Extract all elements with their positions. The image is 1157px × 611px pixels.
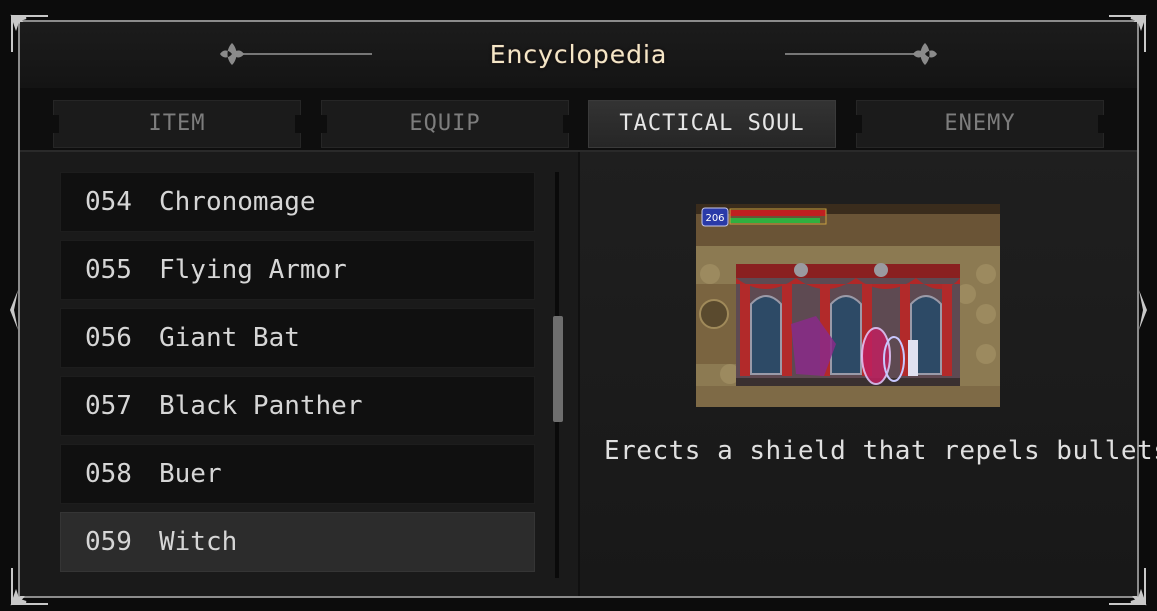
list-item[interactable]: 058 Buer: [60, 444, 535, 504]
list-item[interactable]: 055 Flying Armor: [60, 240, 535, 300]
entry-name: Witch: [159, 527, 238, 557]
tab-enemy[interactable]: ENEMY: [856, 100, 1104, 148]
fleur-de-lis-icon: [785, 43, 937, 65]
tab-item[interactable]: ITEM: [53, 100, 301, 148]
entry-name: Giant Bat: [159, 323, 300, 353]
tab-bar: ITEM EQUIP TACTICAL SOUL ENEMY: [20, 88, 1137, 152]
page-title: Encyclopedia: [489, 40, 668, 69]
soul-list: 054 Chronomage 055 Flying Armor 056 Gian…: [20, 152, 578, 596]
hud-hp-value: 206: [705, 213, 724, 224]
entry-name: Flying Armor: [159, 255, 347, 285]
list-item[interactable]: 057 Black Panther: [60, 376, 535, 436]
title-bar: Encyclopedia: [20, 22, 1137, 88]
tab-label: EQUIP: [409, 111, 481, 136]
tab-label: TACTICAL SOUL: [619, 111, 805, 136]
side-ornament-icon: [1139, 290, 1147, 330]
list-item[interactable]: 054 Chronomage: [60, 172, 535, 232]
entry-name: Buer: [159, 459, 222, 489]
entry-number: 056: [85, 323, 132, 353]
entry-number: 057: [85, 391, 132, 421]
entry-number: 054: [85, 187, 132, 217]
entry-number: 059: [85, 527, 132, 557]
entry-number: 055: [85, 255, 132, 285]
entry-name: Black Panther: [159, 391, 363, 421]
soul-preview-image: 206: [696, 204, 1000, 407]
side-ornament-icon: [10, 290, 18, 330]
tab-label: ITEM: [148, 111, 206, 136]
tab-equip[interactable]: EQUIP: [321, 100, 569, 148]
entry-name: Chronomage: [159, 187, 316, 217]
tab-tactical-soul[interactable]: TACTICAL SOUL: [588, 100, 836, 148]
list-item[interactable]: 056 Giant Bat: [60, 308, 535, 368]
tab-label: ENEMY: [944, 111, 1016, 136]
list-item-selected[interactable]: 059 Witch: [60, 512, 535, 572]
entry-number: 058: [85, 459, 132, 489]
soul-description: Erects a shield that repels bullets.: [604, 436, 1157, 466]
scrollbar-thumb[interactable]: [553, 316, 563, 422]
